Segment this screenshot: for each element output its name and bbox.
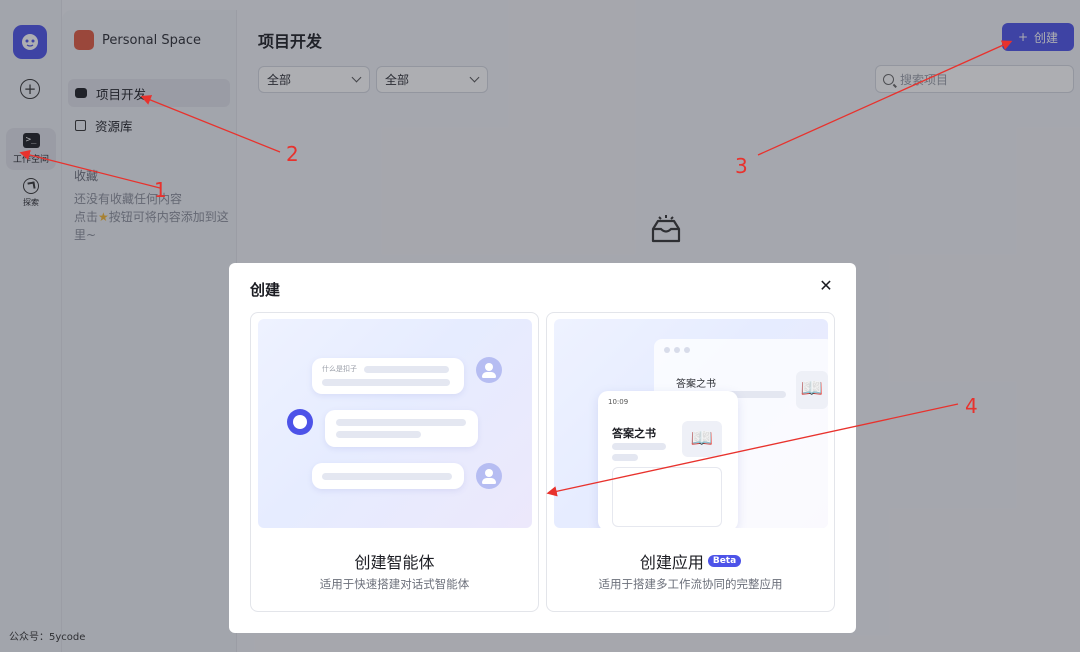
modal-title: 创建 xyxy=(250,281,281,299)
window-dot xyxy=(674,347,680,353)
book-icon: 📖 xyxy=(796,371,828,409)
text-placeholder-bar xyxy=(336,419,466,426)
text-placeholder-bar xyxy=(612,443,666,450)
window-book-title: 答案之书 xyxy=(676,379,716,390)
text-placeholder-bar xyxy=(322,379,450,386)
user-avatar-icon xyxy=(476,463,502,489)
phone-book-title: 答案之书 xyxy=(612,427,656,440)
input-placeholder-box xyxy=(612,467,722,527)
card-description: 适用于搭建多工作流协同的完整应用 xyxy=(598,577,783,591)
book-icon: 📖 xyxy=(682,421,722,457)
annotation-number-4: 4 xyxy=(965,394,978,418)
text-placeholder-bar xyxy=(322,473,452,480)
chat-bubble xyxy=(325,410,478,447)
annotation-number-2: 2 xyxy=(286,142,299,166)
card-title: 创建应用 Beta xyxy=(547,549,834,573)
annotation-number-1: 1 xyxy=(154,178,167,202)
text-placeholder-bar xyxy=(612,454,638,461)
chat-bubble xyxy=(312,463,464,489)
chat-bubble: 什么是扣子 xyxy=(312,358,464,394)
phone-mockup: 10:09 答案之书 📖 xyxy=(598,391,738,528)
card-title-text: 创建智能体 xyxy=(354,553,435,572)
app-illustration: 答案之书 📖 10:09 答案之书 📖 xyxy=(554,319,828,528)
agent-illustration: 什么是扣子 xyxy=(258,319,532,528)
bot-avatar-icon xyxy=(287,409,313,435)
create-modal: 创建 ✕ 什么是扣子 创建智能体 适用于快速搭建对话式智能体 答案之书 📖 10… xyxy=(229,263,856,633)
close-icon[interactable]: ✕ xyxy=(817,277,835,295)
user-avatar-icon xyxy=(476,357,502,383)
card-description: 适用于快速搭建对话式智能体 xyxy=(319,577,470,591)
phone-time: 10:09 xyxy=(608,398,629,406)
beta-badge: Beta xyxy=(707,555,742,567)
card-title: 创建智能体 xyxy=(251,549,538,573)
window-dot xyxy=(664,347,670,353)
text-placeholder-bar xyxy=(364,366,449,373)
text-placeholder-bar xyxy=(336,431,421,438)
card-title-text: 创建应用 xyxy=(639,553,704,572)
create-app-card[interactable]: 答案之书 📖 10:09 答案之书 📖 创建应用 Beta 适用于搭建多工作流协… xyxy=(546,312,835,612)
create-agent-card[interactable]: 什么是扣子 创建智能体 适用于快速搭建对话式智能体 xyxy=(250,312,539,612)
window-dot xyxy=(684,347,690,353)
annotation-number-3: 3 xyxy=(735,154,748,178)
chat-bubble-text: 什么是扣子 xyxy=(322,365,357,373)
